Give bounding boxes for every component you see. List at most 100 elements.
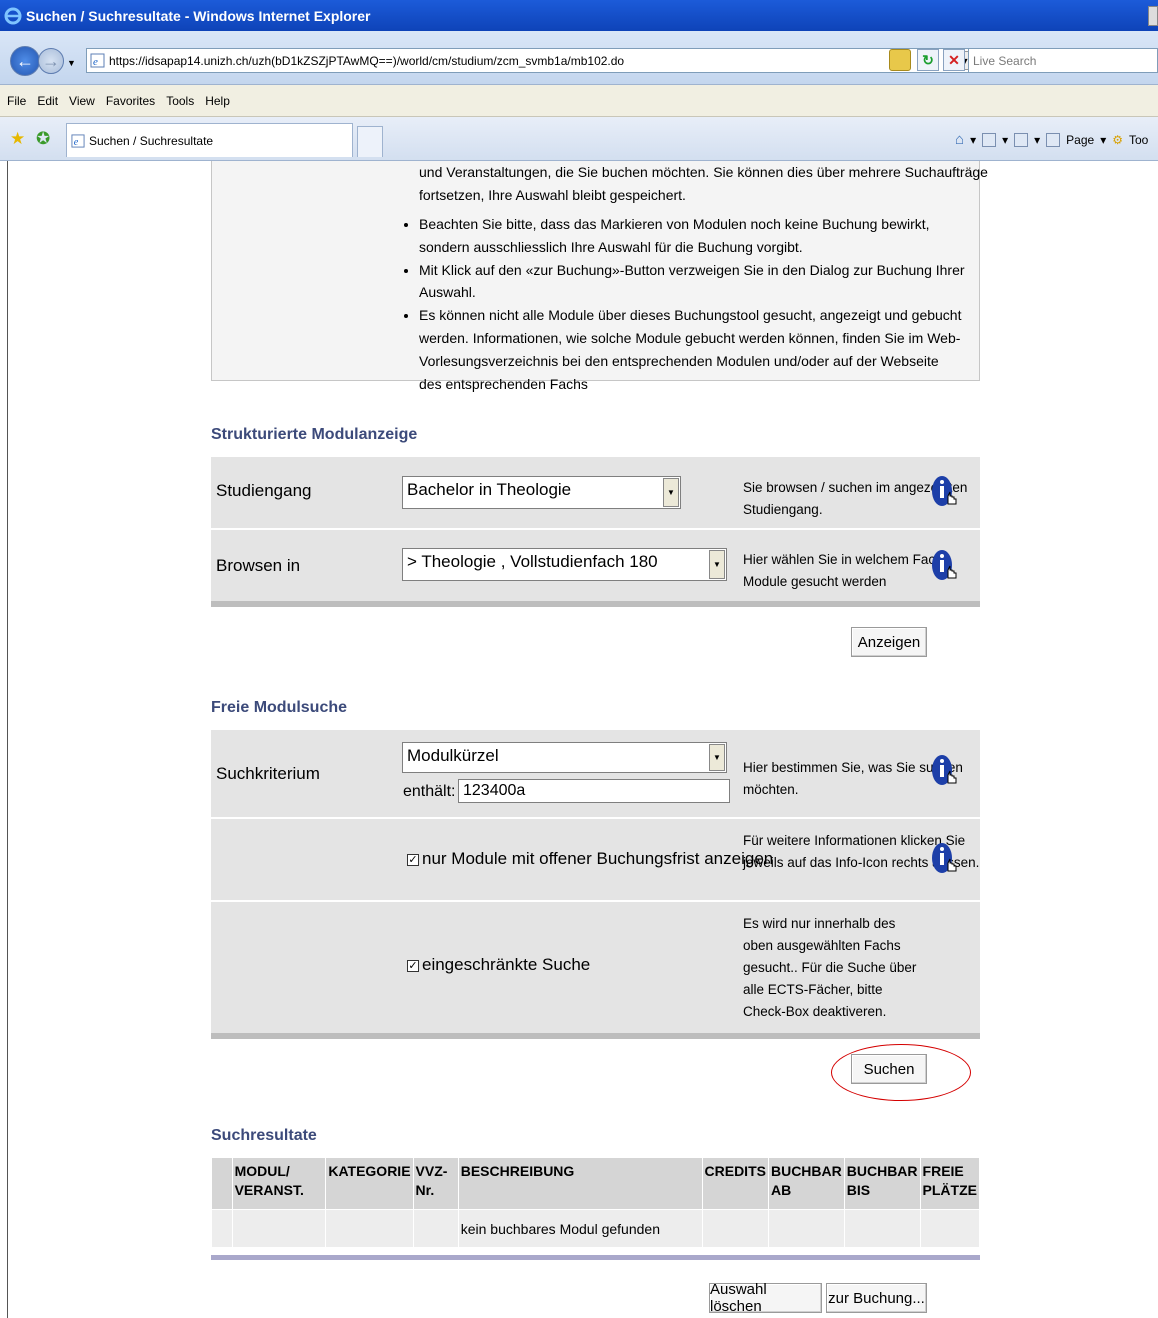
frame-border bbox=[7, 161, 8, 1318]
info-icon[interactable] bbox=[931, 548, 957, 586]
instruction-item: Beachten Sie bitte, dass das Markieren v… bbox=[419, 213, 965, 259]
column-header: BUCHBAR AB bbox=[767, 1157, 845, 1210]
restricted-checkbox[interactable]: ✓ bbox=[407, 959, 419, 972]
info-icon[interactable] bbox=[931, 841, 957, 879]
back-button[interactable]: ← bbox=[10, 46, 40, 76]
book-button[interactable]: zur Buchung... bbox=[826, 1283, 927, 1313]
restricted-label: eingeschränkte Suche bbox=[422, 955, 591, 974]
browse-row: Browsen in > Theologie , Vollstudienfach… bbox=[211, 532, 980, 601]
open-only-option[interactable]: ✓ nur Module mit offener Buchungsfrist an… bbox=[407, 849, 773, 869]
window-titlebar: Suchen / Suchresultate - Windows Interne… bbox=[0, 0, 1158, 31]
empty-results-message: kein buchbares Modul gefunden bbox=[457, 1209, 703, 1248]
free-search-panel: Suchkriterium Modulkürzel ▼ enthält: Hie… bbox=[211, 730, 980, 1033]
column-header: FREIE PLÄTZE bbox=[919, 1157, 981, 1210]
column-header: CREDITS bbox=[701, 1157, 769, 1210]
tools-menu[interactable]: Too bbox=[1129, 133, 1148, 147]
page-icon: e bbox=[90, 53, 105, 68]
open-only-checkbox[interactable]: ✓ bbox=[407, 853, 419, 866]
favorites-center-icon[interactable]: ★ bbox=[10, 129, 25, 149]
column-header: MODUL/ VERANST. bbox=[231, 1157, 327, 1210]
menu-favorites[interactable]: Favorites bbox=[106, 94, 155, 108]
address-toolbar: ← → ▼ e https://idsapap14.unizh.ch/uzh(b… bbox=[0, 31, 1158, 85]
svg-text:e: e bbox=[93, 56, 98, 68]
tab-bar: ★ ✪ e Suchen / Suchresultate ⌂ ▾ ▾ ▾ Page… bbox=[0, 117, 1158, 161]
command-bar: ⌂ ▾ ▾ ▾ Page ▾ ⚙ Too bbox=[955, 131, 1149, 148]
new-tab-button[interactable] bbox=[357, 126, 383, 157]
chevron-down-icon[interactable]: ▼ bbox=[663, 478, 679, 507]
column-header: KATEGORIE bbox=[325, 1157, 414, 1210]
results-section-title: Suchresultate bbox=[211, 1127, 317, 1144]
structured-panel-rule bbox=[211, 601, 980, 607]
structured-panel: Studiengang Bachelor in Theologie ▼ Sie … bbox=[211, 457, 980, 601]
minimize-button[interactable] bbox=[1148, 6, 1158, 26]
anzeigen-button[interactable]: Anzeigen bbox=[851, 627, 927, 657]
window-title: Suchen / Suchresultate - Windows Interne… bbox=[26, 7, 371, 24]
instruction-item: Mit Klick auf den «zur Buchung»-Button v… bbox=[419, 259, 965, 305]
home-icon[interactable]: ⌂ bbox=[955, 131, 964, 148]
criterion-label: Suchkriterium bbox=[216, 764, 320, 783]
page-menu[interactable]: Page bbox=[1066, 133, 1094, 147]
results-table: MODUL/ VERANST. KATEGORIE VVZ-Nr. BESCHR… bbox=[211, 1157, 981, 1248]
info-icon[interactable] bbox=[931, 753, 957, 791]
page-icon: e bbox=[71, 134, 85, 148]
menu-tools[interactable]: Tools bbox=[166, 94, 194, 108]
highlight-ellipse bbox=[831, 1044, 971, 1101]
browse-label: Browsen in bbox=[216, 556, 301, 575]
refresh-icon[interactable]: ↻ bbox=[917, 49, 939, 71]
menu-help[interactable]: Help bbox=[205, 94, 230, 108]
menu-view[interactable]: View bbox=[69, 94, 95, 108]
instructions-continued-line-2: fortsetzen, Ihre Auswahl bleibt gespeich… bbox=[419, 187, 686, 203]
open-only-row: ✓ nur Module mit offener Buchungsfrist an… bbox=[211, 821, 980, 902]
restricted-help: Es wird nur innerhalb des oben ausgewähl… bbox=[743, 916, 917, 1019]
instruction-item: Es können nicht alle Module über dieses … bbox=[419, 304, 965, 395]
tools-gear-icon: ⚙ bbox=[1112, 132, 1123, 147]
chevron-down-icon[interactable]: ▼ bbox=[709, 744, 725, 771]
studiengang-value: Bachelor in Theologie bbox=[407, 480, 572, 499]
free-search-panel-rule bbox=[211, 1033, 980, 1039]
browse-select[interactable]: > Theologie , Vollstudienfach 180 ▼ bbox=[402, 548, 727, 581]
recent-pages-dropdown[interactable]: ▼ bbox=[67, 58, 76, 68]
menu-edit[interactable]: Edit bbox=[37, 94, 58, 108]
criterion-select[interactable]: Modulkürzel ▼ bbox=[402, 742, 727, 773]
url-text: https://idsapap14.unizh.ch/uzh(bD1kZSZjP… bbox=[109, 53, 625, 68]
structured-section-title: Strukturierte Modulanzeige bbox=[211, 426, 418, 443]
select-column-header bbox=[211, 1157, 233, 1210]
studiengang-select[interactable]: Bachelor in Theologie ▼ bbox=[402, 476, 681, 509]
restricted-option[interactable]: ✓ eingeschränkte Suche bbox=[407, 955, 590, 975]
studiengang-row: Studiengang Bachelor in Theologie ▼ Sie … bbox=[211, 457, 980, 530]
contains-label: enthält: bbox=[403, 783, 456, 800]
forward-button[interactable]: → bbox=[38, 48, 64, 74]
menu-file[interactable]: File bbox=[7, 94, 26, 108]
stop-icon[interactable]: ✕ bbox=[943, 49, 965, 71]
contains-input[interactable]: 123400a bbox=[458, 779, 730, 803]
column-header: BESCHREIBUNG bbox=[457, 1157, 703, 1210]
column-header: BUCHBAR BIS bbox=[843, 1157, 921, 1210]
criterion-row: Suchkriterium Modulkürzel ▼ enthält: Hie… bbox=[211, 730, 980, 819]
results-table-rule bbox=[211, 1255, 980, 1260]
address-field[interactable]: e https://idsapap14.unizh.ch/uzh(bD1kZSZ… bbox=[86, 48, 1001, 73]
internet-explorer-icon bbox=[4, 7, 22, 24]
column-header: VVZ-Nr. bbox=[412, 1157, 459, 1210]
chevron-down-icon[interactable]: ▼ bbox=[709, 550, 725, 579]
lock-icon[interactable] bbox=[889, 49, 911, 71]
tab-current[interactable]: e Suchen / Suchresultate bbox=[66, 123, 353, 157]
studiengang-label: Studiengang bbox=[216, 481, 312, 500]
criterion-value: Modulkürzel bbox=[407, 746, 499, 765]
table-row: kein buchbares Modul gefunden bbox=[211, 1209, 981, 1248]
instructions-list: Beachten Sie bitte, dass das Markieren v… bbox=[395, 213, 965, 395]
feeds-icon[interactable] bbox=[982, 132, 997, 147]
print-icon[interactable] bbox=[1014, 132, 1029, 147]
open-only-label: nur Module mit offener Buchungsfrist anz… bbox=[422, 849, 774, 868]
instructions-continued-line: und Veranstaltungen, die Sie buchen möch… bbox=[419, 164, 988, 180]
menu-bar: File Edit View Favorites Tools Help bbox=[0, 85, 1158, 117]
svg-text:e: e bbox=[74, 137, 79, 148]
add-favorites-icon[interactable]: ✪ bbox=[36, 129, 50, 149]
restricted-row: ✓ eingeschränkte Suche Es wird nur innerh… bbox=[211, 904, 980, 1033]
free-search-section-title: Freie Modulsuche bbox=[211, 699, 348, 716]
instructions-box: und Veranstaltungen, die Sie buchen möch… bbox=[211, 161, 988, 392]
page-menu-icon bbox=[1046, 132, 1061, 147]
results-header-row: MODUL/ VERANST. KATEGORIE VVZ-Nr. BESCHR… bbox=[211, 1157, 981, 1210]
info-icon[interactable] bbox=[931, 474, 957, 512]
live-search-input[interactable]: Live Search bbox=[968, 48, 1158, 73]
clear-selection-button[interactable]: Auswahl löschen bbox=[709, 1281, 822, 1315]
